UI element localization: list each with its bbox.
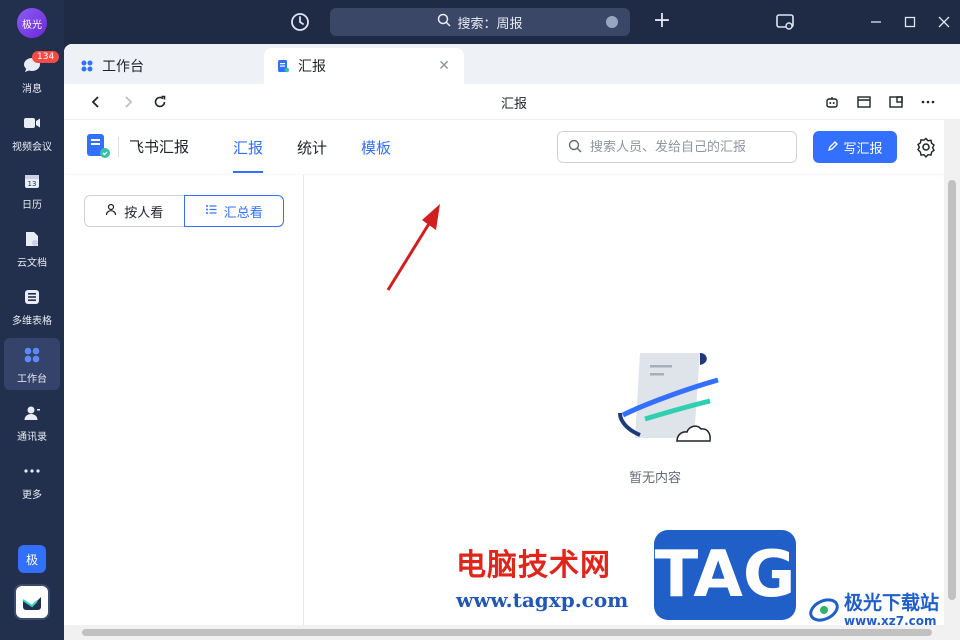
calendar-day: 13 <box>28 180 37 188</box>
bot-icon[interactable] <box>822 92 842 112</box>
view-by-person-label: 按人看 <box>124 205 164 221</box>
tab-strip: 工作台 汇报 ✕ <box>64 44 960 84</box>
tab-workbench[interactable]: 工作台 <box>68 48 258 84</box>
calendar-icon: 13 <box>21 170 43 192</box>
app-tab-statistics[interactable]: 统计 <box>297 137 327 158</box>
watermark-tag-logo: TAG <box>654 530 796 620</box>
rail-item-more[interactable]: 更多 <box>4 454 60 506</box>
tab-label: 工作台 <box>102 59 144 75</box>
rail-item-label: 多维表格 <box>12 316 52 327</box>
rail-item-bitable[interactable]: 多维表格 <box>4 280 60 332</box>
app-tab-template[interactable]: 模板 <box>361 137 391 158</box>
search-icon <box>568 138 582 157</box>
history-icon[interactable] <box>288 10 312 34</box>
left-panel: 按人看 汇总看 <box>64 175 304 625</box>
contacts-icon <box>21 402 43 424</box>
report-icon <box>276 59 290 73</box>
user-avatar[interactable]: 极光 <box>17 8 47 38</box>
rail-item-label: 云文档 <box>17 258 47 269</box>
rail-item-workbench[interactable]: 工作台 <box>4 338 60 390</box>
view-by-person-button[interactable]: 按人看 <box>84 195 184 227</box>
annotation-arrow <box>386 204 440 291</box>
tab-report[interactable]: 汇报 ✕ <box>264 48 464 84</box>
empty-state-text: 暂无内容 <box>628 471 681 486</box>
rail-item-label: 工作台 <box>17 374 47 385</box>
video-camera-icon <box>21 112 43 134</box>
watermark-site-url: www.tagxp.com <box>456 588 629 612</box>
tab-label: 汇报 <box>298 59 326 75</box>
left-rail: 极光 134 消息 视频会议 13 日历 云文档 多维表格 工作台 通讯录 更多… <box>0 0 64 640</box>
minimize-icon[interactable] <box>864 10 888 34</box>
app-tab-report[interactable]: 汇报 <box>233 137 264 173</box>
maximize-icon[interactable] <box>898 10 922 34</box>
rail-item-video-meeting[interactable]: 视频会议 <box>4 106 60 158</box>
report-search-box[interactable] <box>557 131 797 163</box>
report-search-input[interactable] <box>590 139 780 155</box>
title-bar: 搜索：周报 + <box>64 0 960 44</box>
rail-item-messages[interactable]: 134 消息 <box>4 48 60 100</box>
watermark-brand: 极光下载站 www.xz7.com <box>808 588 958 636</box>
rail-item-cloud-docs[interactable]: 云文档 <box>4 222 60 274</box>
nav-bar: 汇报 <box>64 84 960 120</box>
workspace-badge[interactable]: 极 <box>18 545 46 573</box>
table-icon <box>21 286 43 308</box>
add-icon[interactable]: + <box>650 10 674 34</box>
watermark-brand-url: www.xz7.com <box>844 614 937 628</box>
workbench-grid-icon <box>80 59 94 73</box>
rail-item-contacts[interactable]: 通讯录 <box>4 396 60 448</box>
window-layout-icon[interactable] <box>854 92 874 112</box>
person-icon <box>105 203 118 220</box>
global-search-box[interactable]: 搜索：周报 <box>330 8 630 36</box>
brand-swirl-icon <box>809 598 839 622</box>
more-options-icon[interactable] <box>918 92 938 112</box>
unread-badge: 134 <box>32 51 60 63</box>
rail-item-label: 通讯录 <box>17 432 47 443</box>
view-summary-button[interactable]: 汇总看 <box>183 195 284 227</box>
view-summary-label: 汇总看 <box>223 205 263 221</box>
horizontal-scroll-thumb[interactable] <box>82 629 932 636</box>
write-report-label: 写汇报 <box>843 140 883 156</box>
rail-item-label: 更多 <box>22 490 42 501</box>
app-header: 飞书汇报 汇报 统计 模板 写汇报 <box>64 120 944 174</box>
split-view-icon[interactable] <box>886 92 906 112</box>
vertical-scroll-thumb[interactable] <box>948 180 956 600</box>
pen-icon <box>827 140 839 155</box>
watermark-brand-name: 极光下载站 <box>844 592 940 614</box>
cloud-doc-icon <box>21 228 43 250</box>
global-search-text: 搜索：周报 <box>457 16 523 32</box>
rail-item-label: 消息 <box>22 84 42 95</box>
more-dots-icon <box>21 460 43 482</box>
close-window-icon[interactable] <box>932 10 956 34</box>
empty-state-illustration <box>615 343 735 453</box>
rail-item-calendar[interactable]: 13 日历 <box>4 164 60 216</box>
write-report-button[interactable]: 写汇报 <box>813 131 897 163</box>
close-tab-icon[interactable]: ✕ <box>438 58 450 74</box>
workbench-grid-icon <box>21 344 43 366</box>
watermark-site-name: 电脑技术网 <box>456 548 611 583</box>
notification-settings-icon[interactable] <box>774 11 796 33</box>
search-icon <box>437 13 452 31</box>
report-app-logo-icon <box>84 132 112 160</box>
app-name: 飞书汇报 <box>118 137 189 157</box>
rail-item-label: 视频会议 <box>12 142 52 153</box>
gear-icon[interactable] <box>915 136 937 158</box>
list-icon <box>205 203 218 220</box>
rail-item-label: 日历 <box>22 200 42 211</box>
clear-search-icon[interactable] <box>606 16 618 28</box>
feishu-app-icon[interactable] <box>14 584 50 620</box>
vertical-scrollbar[interactable] <box>944 120 960 625</box>
view-mode-switch: 按人看 汇总看 <box>84 195 284 227</box>
